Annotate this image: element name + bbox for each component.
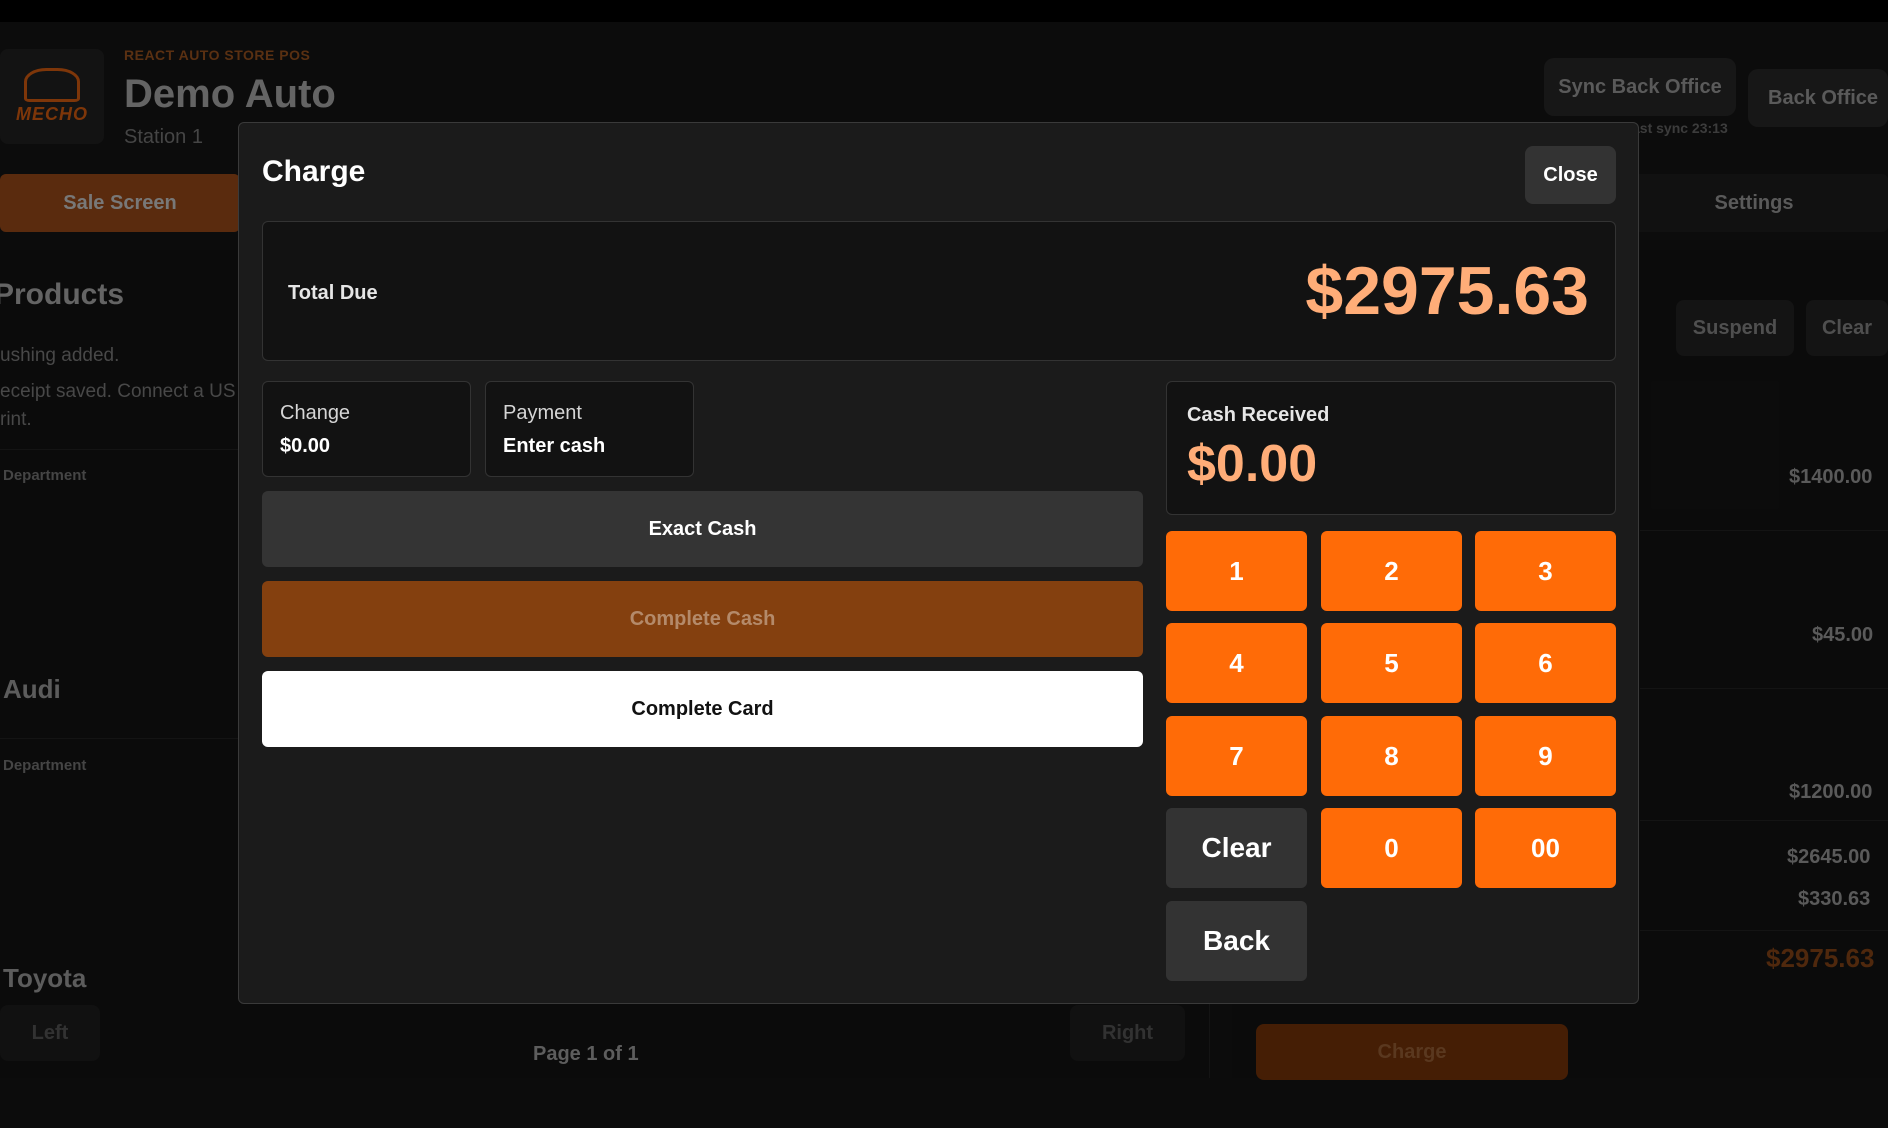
keypad-key-5[interactable]: 5 (1321, 623, 1462, 703)
close-button[interactable]: Close (1525, 146, 1616, 204)
total-due-card: Total Due $2975.63 (262, 221, 1616, 361)
total-due-amount: $2975.63 (1305, 253, 1589, 329)
cash-received-amount: $0.00 (1187, 435, 1318, 493)
change-value: $0.00 (280, 435, 331, 457)
keypad-key-2[interactable]: 2 (1321, 531, 1462, 611)
total-due-label: Total Due (288, 282, 378, 304)
payment-card: Payment Enter cash (485, 381, 694, 477)
cash-received-label: Cash Received (1187, 404, 1330, 426)
keypad-key-0[interactable]: 0 (1321, 808, 1462, 888)
change-label: Change (280, 402, 351, 424)
keypad-key-7[interactable]: 7 (1166, 716, 1307, 796)
exact-cash-button[interactable]: Exact Cash (262, 491, 1143, 567)
change-card: Change $0.00 (262, 381, 471, 477)
payment-value: Enter cash (503, 435, 606, 457)
keypad-key-8[interactable]: 8 (1321, 716, 1462, 796)
charge-dialog: Charge Close Total Due $2975.63 Change $… (238, 122, 1639, 1004)
keypad-clear-button[interactable]: Clear (1166, 808, 1307, 888)
keypad-key-6[interactable]: 6 (1475, 623, 1616, 703)
cash-received-card: Cash Received $0.00 (1166, 381, 1616, 515)
keypad-key-4[interactable]: 4 (1166, 623, 1307, 703)
keypad-back-button[interactable]: Back (1166, 901, 1307, 981)
keypad-key-3[interactable]: 3 (1475, 531, 1616, 611)
keypad-key-1[interactable]: 1 (1166, 531, 1307, 611)
payment-label: Payment (503, 402, 582, 424)
complete-cash-button[interactable]: Complete Cash (262, 581, 1143, 657)
complete-card-button[interactable]: Complete Card (262, 671, 1143, 747)
keypad-key-9[interactable]: 9 (1475, 716, 1616, 796)
keypad-key-00[interactable]: 00 (1475, 808, 1616, 888)
dialog-title: Charge (262, 155, 366, 188)
